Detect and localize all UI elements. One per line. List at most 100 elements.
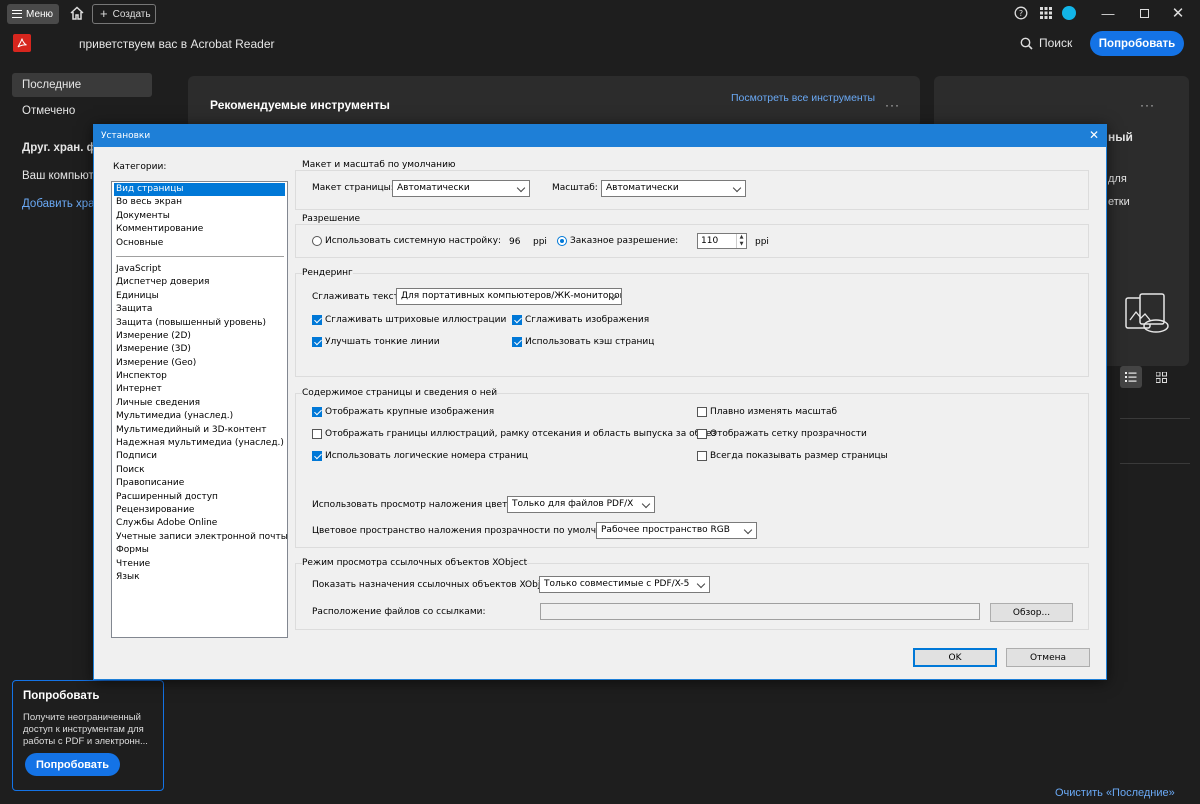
right-panel-text-fragment-2: етки xyxy=(1108,196,1130,208)
menu-label: Меню xyxy=(26,8,54,20)
menu-button[interactable]: Меню xyxy=(7,4,59,24)
list-view-icon[interactable] xyxy=(1120,366,1142,388)
category-item[interactable]: Вид страницы xyxy=(114,183,285,197)
maximize-icon[interactable] xyxy=(1132,4,1156,22)
search-label: Поиск xyxy=(1039,36,1073,50)
stepper-arrows-icon[interactable]: ▲ ▼ xyxy=(736,234,746,248)
smooth-text-label: Сглаживать текст: xyxy=(312,292,402,302)
clear-recent-link[interactable]: Очистить «Последние» xyxy=(1055,787,1175,799)
linked-files-location-field[interactable] xyxy=(540,603,980,620)
category-item[interactable]: Измерение (2D) xyxy=(114,330,285,343)
category-item[interactable]: Чтение xyxy=(114,558,285,571)
checkbox-checked-icon xyxy=(312,337,322,347)
rendering-group-title: Рендеринг xyxy=(302,268,353,278)
smooth-images-checkbox[interactable]: Сглаживать изображения xyxy=(512,315,649,325)
page-layout-select[interactable]: Автоматически xyxy=(392,180,530,197)
show-large-images-checkbox[interactable]: Отображать крупные изображения xyxy=(312,407,494,417)
nav-recent[interactable]: Последние xyxy=(12,73,152,97)
minimize-icon[interactable]: — xyxy=(1096,4,1120,22)
category-item[interactable]: Личные сведения xyxy=(114,397,285,410)
close-window-icon[interactable]: ✕ xyxy=(1166,4,1190,22)
blend-space-select[interactable]: Рабочее пространство RGB xyxy=(596,522,757,539)
show-art-boxes-checkbox[interactable]: Отображать границы иллюстраций, рамку от… xyxy=(312,429,716,439)
dialog-title: Установки xyxy=(101,131,151,141)
smooth-text-select[interactable]: Для портативных компьютеров/ЖК-мониторов xyxy=(396,288,622,305)
promo-title: Попробовать xyxy=(23,690,100,702)
category-item[interactable]: Язык xyxy=(114,571,285,584)
system-resolution-radio[interactable]: Использовать системную настройку: xyxy=(312,236,501,246)
category-item[interactable]: Мультимедиа (унаслед.) xyxy=(114,410,285,423)
categories-list[interactable]: Вид страницы Во весь экран Документы Коммен… xyxy=(111,181,288,638)
checkbox-checked-icon xyxy=(512,315,522,325)
category-item[interactable]: JavaScript xyxy=(114,263,285,276)
custom-resolution-radio[interactable]: Заказное разрешение: xyxy=(557,236,678,246)
create-button[interactable]: + Создать xyxy=(92,4,156,24)
show-transparency-grid-checkbox[interactable]: Отображать сетку прозрачности xyxy=(697,429,867,439)
category-item[interactable]: Документы xyxy=(114,210,285,223)
category-item[interactable]: Формы xyxy=(114,544,285,557)
ok-button[interactable]: OK xyxy=(913,648,997,667)
category-item[interactable]: Диспетчер доверия xyxy=(114,276,285,289)
dialog-close-icon[interactable]: ✕ xyxy=(1087,128,1101,142)
help-icon[interactable]: ? xyxy=(1014,6,1028,20)
browse-button[interactable]: Обзор... xyxy=(990,603,1073,622)
nav-starred[interactable]: Отмечено xyxy=(12,99,152,123)
linked-files-location-label: Расположение файлов со ссылками: xyxy=(312,607,486,617)
enhance-thin-lines-checkbox[interactable]: Улучшать тонкие линии xyxy=(312,337,440,347)
divider xyxy=(1120,418,1190,419)
category-item[interactable]: Надежная мультимедиа (унаслед.) xyxy=(114,437,285,450)
smooth-zoom-checkbox[interactable]: Плавно изменять масштаб xyxy=(697,407,837,417)
page-cache-checkbox[interactable]: Использовать кэш страниц xyxy=(512,337,654,347)
checkbox-icon xyxy=(312,429,322,439)
checkbox-checked-icon xyxy=(312,407,322,417)
zoom-label: Масштаб: xyxy=(552,183,598,193)
category-item[interactable]: Подписи xyxy=(114,450,285,463)
smooth-line-art-checkbox[interactable]: Сглаживать штриховые иллюстрации xyxy=(312,315,506,325)
category-item[interactable]: Учетные записи электронной почты xyxy=(114,531,288,544)
promo-try-button[interactable]: Попробовать xyxy=(25,753,120,776)
category-item[interactable]: Интернет xyxy=(114,383,285,396)
category-item[interactable]: Правописание xyxy=(114,477,285,490)
try-button[interactable]: Попробовать xyxy=(1090,31,1184,56)
home-icon[interactable] xyxy=(68,4,86,22)
smooth-zoom-label: Плавно изменять масштаб xyxy=(710,407,838,417)
custom-resolution-stepper[interactable]: 110 ▲ ▼ xyxy=(697,233,747,249)
checkbox-icon xyxy=(697,429,707,439)
grid-view-icon[interactable] xyxy=(1150,366,1172,388)
zoom-select[interactable]: Автоматически xyxy=(601,180,746,197)
welcome-title: приветствуем вас в Acrobat Reader xyxy=(79,37,275,51)
xobject-targets-select[interactable]: Только совместимые с PDF/X-5 xyxy=(539,576,710,593)
right-more-options-icon[interactable]: ··· xyxy=(1140,98,1155,112)
always-show-page-size-checkbox[interactable]: Всегда показывать размер страницы xyxy=(697,451,888,461)
see-all-tools-link[interactable]: Посмотреть все инструменты xyxy=(731,92,875,104)
hamburger-icon xyxy=(12,10,22,18)
overprint-preview-select[interactable]: Только для файлов PDF/X xyxy=(507,496,655,513)
category-item[interactable]: Рецензирование xyxy=(114,504,285,517)
logical-page-numbers-checkbox[interactable]: Использовать логические номера страниц xyxy=(312,451,528,461)
category-item[interactable]: Инспектор xyxy=(114,370,285,383)
account-avatar[interactable] xyxy=(1062,6,1076,20)
page-content-group-title: Содержимое страницы и сведения о ней xyxy=(302,388,498,398)
search-icon xyxy=(1020,37,1033,50)
always-show-page-size-label: Всегда показывать размер страницы xyxy=(710,451,888,461)
category-item[interactable]: Расширенный доступ xyxy=(114,491,285,504)
category-item[interactable]: Во весь экран xyxy=(114,196,285,209)
category-item[interactable]: Защита (повышенный уровень) xyxy=(114,317,285,330)
category-item[interactable]: Единицы xyxy=(114,290,285,303)
cancel-button[interactable]: Отмена xyxy=(1006,648,1090,667)
category-item[interactable]: Защита xyxy=(114,303,285,316)
category-item[interactable]: Измерение (Geo) xyxy=(114,357,285,370)
category-item[interactable]: Мультимедийный и 3D-контент xyxy=(114,424,285,437)
category-item[interactable]: Комментирование xyxy=(114,223,285,236)
apps-grid-icon[interactable] xyxy=(1039,6,1053,20)
more-options-icon[interactable]: ··· xyxy=(885,98,900,112)
checkbox-icon xyxy=(697,407,707,417)
category-item[interactable]: Поиск xyxy=(114,464,285,477)
custom-resolution-unit: ppi xyxy=(755,237,769,247)
search-button[interactable]: Поиск xyxy=(1020,36,1072,50)
category-item[interactable]: Основные xyxy=(114,237,285,250)
promo-text: Получите неограниченный доступ к инструм… xyxy=(23,712,148,747)
preferences-dialog: Установки ✕ Категории: Вид страницы Во ве… xyxy=(93,124,1107,680)
category-item[interactable]: Измерение (3D) xyxy=(114,343,285,356)
category-item[interactable]: Службы Adobe Online xyxy=(114,517,285,530)
